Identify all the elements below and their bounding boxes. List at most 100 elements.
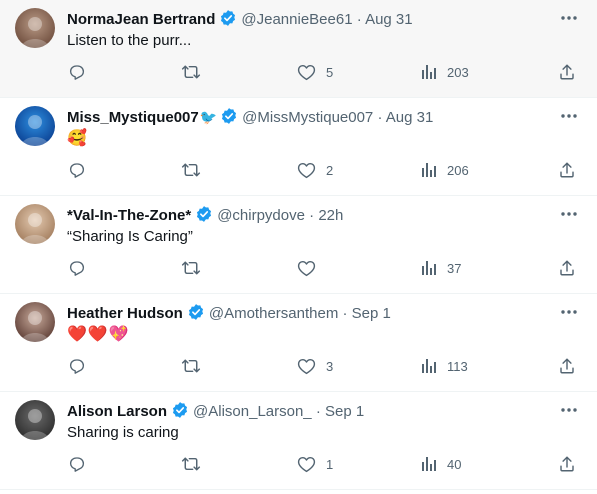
- views-chart-icon: [421, 456, 437, 472]
- share-button[interactable]: [558, 453, 576, 475]
- author-handle[interactable]: @JeannieBee61: [241, 11, 352, 28]
- action-bar: 3 113: [0, 355, 597, 377]
- timestamp[interactable]: 22h: [318, 207, 343, 224]
- reply-button[interactable]: [68, 453, 86, 475]
- avatar[interactable]: [15, 400, 55, 440]
- author-handle[interactable]: @MissMystique007: [242, 109, 373, 126]
- more-options-icon[interactable]: [559, 106, 579, 126]
- views-chart-icon: [421, 260, 437, 276]
- views-button[interactable]: 40: [421, 453, 461, 475]
- avatar[interactable]: [15, 302, 55, 342]
- like-button[interactable]: 5: [297, 61, 333, 83]
- tweet[interactable]: Alison Larson @Alison_Larson_ · Sep 1 Sh…: [0, 392, 597, 490]
- author-name[interactable]: Miss_Mystique007: [67, 109, 199, 126]
- like-button[interactable]: 2: [297, 159, 333, 181]
- views-count: 37: [447, 260, 462, 276]
- like-button[interactable]: 3: [297, 355, 333, 377]
- retweet-button[interactable]: [181, 159, 201, 181]
- verified-badge-icon: [220, 107, 238, 131]
- retweet-button[interactable]: [181, 61, 201, 83]
- author-handle[interactable]: @chirpydove: [217, 207, 305, 224]
- views-button[interactable]: 37: [421, 257, 461, 279]
- share-button[interactable]: [558, 159, 576, 181]
- tweet-header: Miss_Mystique007🐦 @MissMystique007 · Aug…: [67, 107, 537, 131]
- reply-button[interactable]: [68, 257, 86, 279]
- tweet-text: ❤️❤️💖: [67, 326, 130, 343]
- share-icon: [558, 455, 576, 473]
- reply-button[interactable]: [68, 355, 86, 377]
- timestamp[interactable]: Aug 31: [386, 109, 434, 126]
- tweet[interactable]: *Val-In-The-Zone* @chirpydove · 22h “Sha…: [0, 196, 597, 294]
- author-name[interactable]: Heather Hudson: [67, 305, 183, 322]
- tweet-text: 🥰: [67, 130, 88, 147]
- tweet-text: Sharing is caring: [67, 424, 179, 441]
- like-count: 1: [326, 456, 334, 472]
- retweet-icon: [181, 63, 201, 81]
- heart-icon: [297, 63, 316, 81]
- views-button[interactable]: 206: [421, 159, 469, 181]
- author-name[interactable]: *Val-In-The-Zone*: [67, 207, 191, 224]
- separator-dot: ·: [315, 403, 321, 420]
- retweet-icon: [181, 357, 201, 375]
- retweet-button[interactable]: [181, 355, 201, 377]
- views-chart-icon: [421, 64, 437, 80]
- share-button[interactable]: [558, 355, 576, 377]
- author-handle[interactable]: @Alison_Larson_: [193, 403, 312, 420]
- separator-dot: ·: [342, 305, 348, 322]
- heart-icon: [297, 161, 316, 179]
- separator-dot: ·: [309, 207, 315, 224]
- share-icon: [558, 357, 576, 375]
- views-button[interactable]: 113: [421, 355, 468, 377]
- more-options-icon[interactable]: [559, 204, 579, 224]
- views-chart-icon: [421, 162, 437, 178]
- avatar[interactable]: [15, 204, 55, 244]
- share-icon: [558, 63, 576, 81]
- timestamp[interactable]: Sep 1: [325, 403, 364, 420]
- author-handle[interactable]: @Amothersanthem: [209, 305, 338, 322]
- views-count: 40: [447, 456, 462, 472]
- views-count: 206: [447, 162, 469, 178]
- retweet-icon: [181, 455, 201, 473]
- like-button[interactable]: 1: [297, 453, 333, 475]
- more-options-icon[interactable]: [559, 302, 579, 322]
- reply-button[interactable]: [68, 159, 86, 181]
- tweet-text: “Sharing Is Caring”: [67, 228, 193, 245]
- retweet-icon: [181, 161, 201, 179]
- tweet[interactable]: Heather Hudson @Amothersanthem · Sep 1 ❤…: [0, 294, 597, 392]
- retweet-button[interactable]: [181, 257, 201, 279]
- reply-icon: [68, 259, 86, 277]
- tweet[interactable]: Miss_Mystique007🐦 @MissMystique007 · Aug…: [0, 98, 597, 196]
- share-button[interactable]: [558, 257, 576, 279]
- author-name[interactable]: NormaJean Bertrand: [67, 11, 215, 28]
- avatar[interactable]: [15, 106, 55, 146]
- timestamp[interactable]: Sep 1: [352, 305, 391, 322]
- avatar[interactable]: [15, 8, 55, 48]
- more-options-icon[interactable]: [559, 8, 579, 28]
- separator-dot: ·: [356, 11, 362, 28]
- views-button[interactable]: 203: [421, 61, 469, 83]
- share-button[interactable]: [558, 61, 576, 83]
- retweet-button[interactable]: [181, 453, 201, 475]
- views-chart-icon: [421, 358, 437, 374]
- tweet[interactable]: NormaJean Bertrand @JeannieBee61 · Aug 3…: [0, 0, 597, 98]
- heart-icon: [297, 357, 316, 375]
- heart-icon: [297, 455, 316, 473]
- action-bar: 37: [0, 257, 597, 279]
- tweet-text: Listen to the purr...: [67, 32, 192, 49]
- verified-badge-icon: [219, 9, 237, 33]
- tweet-header: NormaJean Bertrand @JeannieBee61 · Aug 3…: [67, 9, 537, 33]
- like-button[interactable]: [297, 257, 326, 279]
- action-bar: 2 206: [0, 159, 597, 181]
- action-bar: 1 40: [0, 453, 597, 475]
- action-bar: 5 203: [0, 61, 597, 83]
- views-count: 113: [447, 358, 468, 374]
- verified-badge-icon: [187, 303, 205, 327]
- views-count: 203: [447, 64, 469, 80]
- author-name[interactable]: Alison Larson: [67, 403, 167, 420]
- verified-badge-icon: [195, 205, 213, 229]
- timestamp[interactable]: Aug 31: [365, 11, 413, 28]
- tweet-feed: NormaJean Bertrand @JeannieBee61 · Aug 3…: [0, 0, 597, 490]
- more-options-icon[interactable]: [559, 400, 579, 420]
- reply-button[interactable]: [68, 61, 86, 83]
- verified-badge-icon: [171, 401, 189, 425]
